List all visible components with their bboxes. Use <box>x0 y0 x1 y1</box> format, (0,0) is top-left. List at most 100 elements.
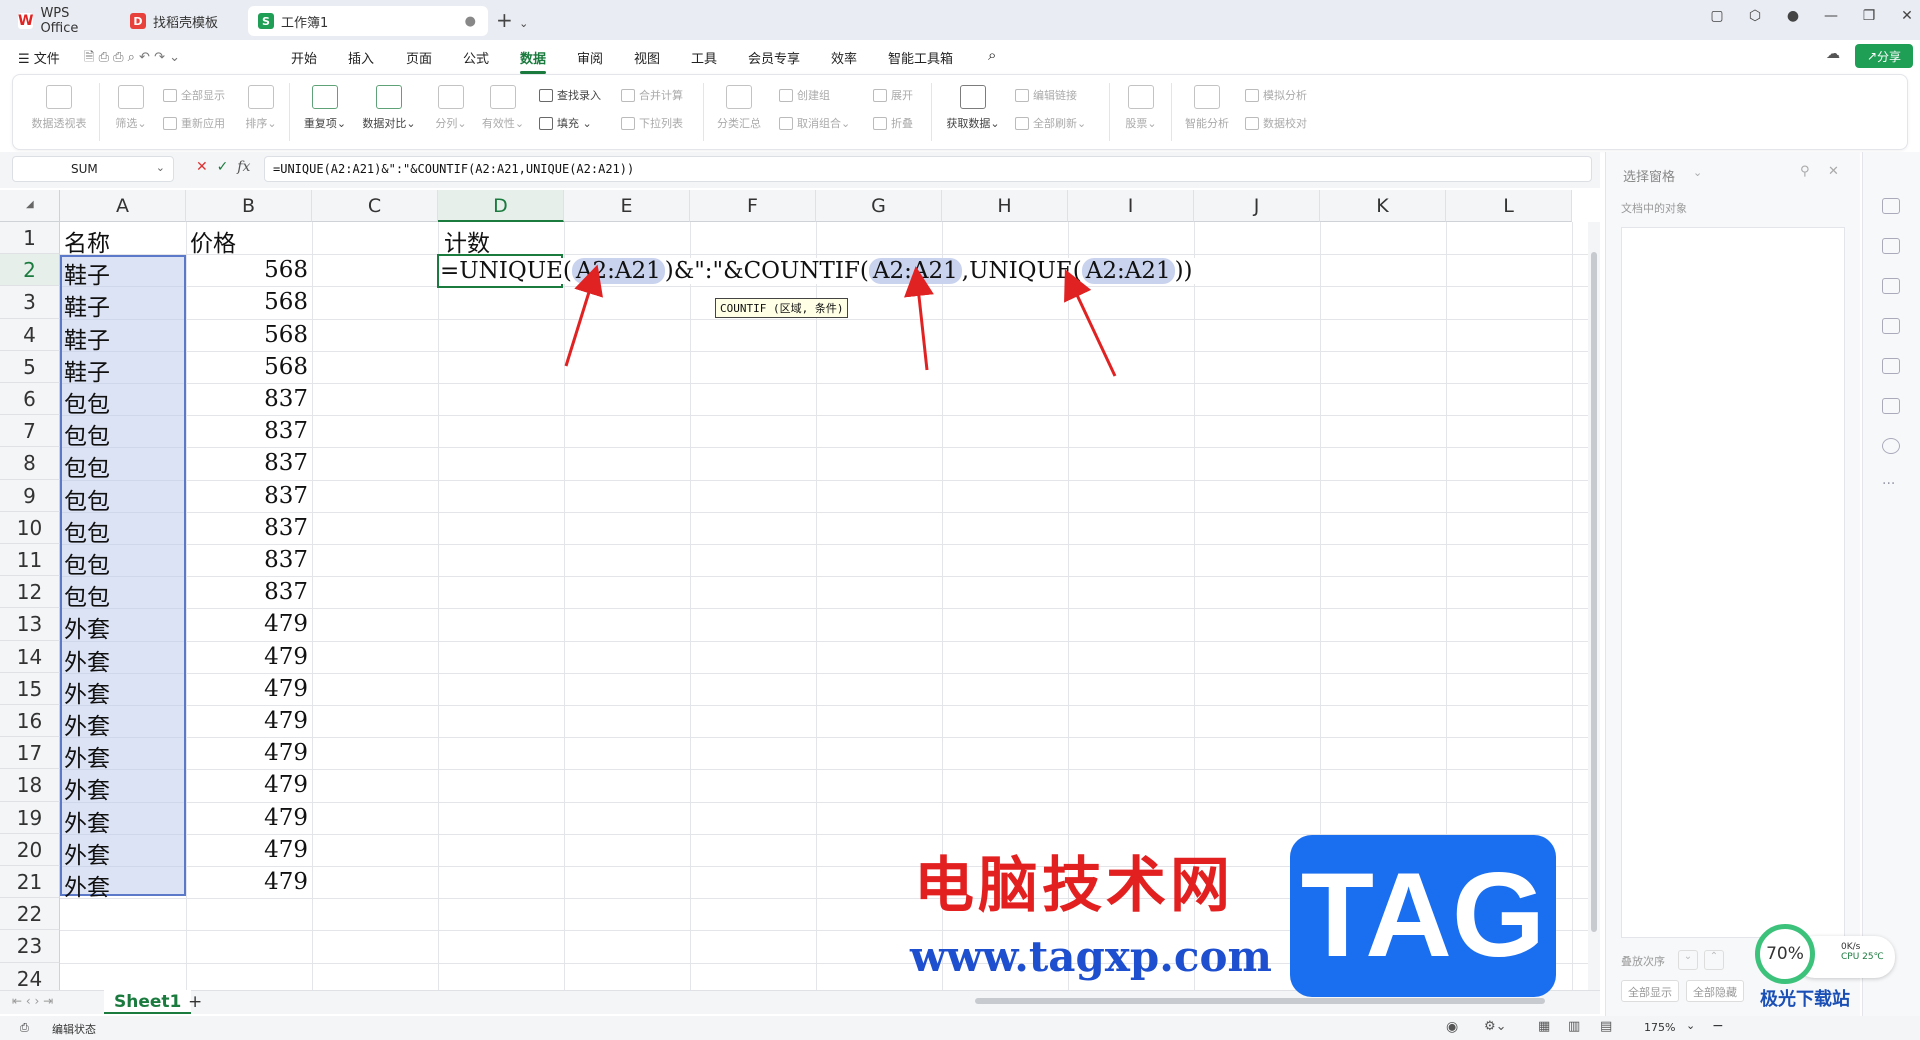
row-header-7[interactable]: 7 <box>0 415 60 448</box>
tools-icon[interactable] <box>1882 358 1900 374</box>
cell-b12[interactable]: 837 <box>186 579 308 605</box>
cell-a19[interactable]: 外套 <box>64 804 110 838</box>
more-icon[interactable]: ··· <box>1882 476 1895 492</box>
cell-b21[interactable]: 479 <box>186 869 308 895</box>
cell-b14[interactable]: 479 <box>186 644 308 670</box>
fold-button[interactable]: 折叠 <box>873 115 913 131</box>
cloud-icon[interactable]: ☁ <box>1826 46 1840 62</box>
dropdown-list-button[interactable]: 下拉列表 <box>621 115 683 131</box>
row-header-2[interactable]: 2 <box>0 254 60 287</box>
cell-b20[interactable]: 479 <box>186 837 308 863</box>
cell-b11[interactable]: 837 <box>186 547 308 573</box>
sheet-nav-icons[interactable]: ⇤ ‹ › ⇥ <box>12 994 53 1008</box>
cell-a16[interactable]: 外套 <box>64 707 110 741</box>
split-column-button[interactable]: 分列⌄ <box>431 85 471 131</box>
objects-list[interactable] <box>1621 227 1845 938</box>
row-header-12[interactable]: 12 <box>0 576 60 609</box>
cell-b17[interactable]: 479 <box>186 740 308 766</box>
tab-wps-office[interactable]: W WPS Office <box>8 6 114 36</box>
unsaved-dot-icon[interactable]: ● <box>465 14 476 29</box>
row-header-1[interactable]: 1 <box>0 222 60 255</box>
name-box[interactable]: SUM ⌄ <box>12 156 174 182</box>
menu-view[interactable]: 视图 <box>634 48 660 67</box>
tab-workbook[interactable]: S 工作簿1 ● <box>248 6 488 36</box>
subtotal-button[interactable]: 分类汇总 <box>713 85 765 131</box>
cell-a2[interactable]: 鞋子 <box>64 256 110 290</box>
adjust-icon[interactable] <box>1882 238 1900 254</box>
avatar[interactable]: ● <box>1774 8 1812 24</box>
cell-b4[interactable]: 568 <box>186 322 308 348</box>
show-all-button[interactable]: 全部显示 <box>163 87 225 103</box>
cell-a4[interactable]: 鞋子 <box>64 321 110 355</box>
menu-smart-toolbox[interactable]: 智能工具箱 <box>888 48 953 67</box>
column-header-f[interactable]: F <box>690 190 816 222</box>
pin-icon[interactable]: ⚲ <box>1800 164 1810 179</box>
row-header-19[interactable]: 19 <box>0 801 60 834</box>
row-header-6[interactable]: 6 <box>0 383 60 416</box>
column-header-b[interactable]: B <box>186 190 312 222</box>
get-data-button[interactable]: 获取数据⌄ <box>941 85 1005 131</box>
create-group-button[interactable]: 创建组 <box>779 87 830 103</box>
edit-links-button[interactable]: 编辑链接 <box>1015 87 1077 103</box>
row-header-22[interactable]: 22 <box>0 898 60 931</box>
horizontal-scrollbar[interactable] <box>975 998 1545 1004</box>
new-tab-button[interactable]: + ⌄ <box>496 8 528 32</box>
help-icon[interactable] <box>1882 438 1900 454</box>
cell-b5[interactable]: 568 <box>186 354 308 380</box>
normal-view-icon[interactable]: ▦ <box>1538 1019 1550 1034</box>
column-header-a[interactable]: A <box>60 190 186 222</box>
menu-formula[interactable]: 公式 <box>463 48 489 67</box>
cell-b8[interactable]: 837 <box>186 450 308 476</box>
row-header-11[interactable]: 11 <box>0 544 60 577</box>
scroll-thumb[interactable] <box>1591 252 1597 932</box>
row-header-16[interactable]: 16 <box>0 705 60 738</box>
add-sheet-button[interactable]: + <box>188 992 202 1012</box>
close-icon[interactable]: ✕ <box>1888 8 1920 24</box>
column-header-k[interactable]: K <box>1320 190 1446 222</box>
menu-data[interactable]: 数据 <box>520 48 547 74</box>
layout-icon[interactable]: ▢ <box>1698 8 1736 24</box>
row-header-20[interactable]: 20 <box>0 833 60 866</box>
box-select-icon[interactable] <box>1882 398 1900 414</box>
row-header-5[interactable]: 5 <box>0 350 60 383</box>
row-header-4[interactable]: 4 <box>0 318 60 351</box>
cell-a12[interactable]: 包包 <box>64 578 110 612</box>
show-all-objects-button[interactable]: 全部显示 <box>1621 980 1679 1002</box>
smart-analysis-button[interactable]: 智能分析 <box>1181 85 1233 131</box>
zoom-out-icon[interactable]: − <box>1712 1018 1724 1034</box>
in-cell-formula-editor[interactable]: =UNIQUE(A2:A21)&":"&COUNTIF(A2:A21 ,UNIQU… <box>440 258 1197 284</box>
cell-a11[interactable]: 包包 <box>64 546 110 580</box>
eye-icon[interactable]: ◉ <box>1446 1019 1458 1035</box>
menu-tools[interactable]: 工具 <box>691 48 717 67</box>
zoom-level[interactable]: 175% <box>1644 1021 1675 1034</box>
row-header-18[interactable]: 18 <box>0 769 60 802</box>
column-header-j[interactable]: J <box>1194 190 1320 222</box>
row-header-8[interactable]: 8 <box>0 447 60 480</box>
menu-home[interactable]: 开始 <box>291 48 317 67</box>
image-icon[interactable] <box>1882 318 1900 334</box>
sort-button[interactable]: 排序⌄ <box>241 85 281 131</box>
duplicates-button[interactable]: 重复项⌄ <box>301 85 349 131</box>
restore-icon[interactable]: ❐ <box>1850 8 1888 24</box>
cell-b19[interactable]: 479 <box>186 805 308 831</box>
confirm-icon[interactable]: ✓ <box>217 159 229 175</box>
ungroup-button[interactable]: 取消组合 ⌄ <box>779 115 850 131</box>
cell-b16[interactable]: 479 <box>186 708 308 734</box>
cell-b2[interactable]: 568 <box>186 257 308 283</box>
column-header-l[interactable]: L <box>1446 190 1572 222</box>
cell-a3[interactable]: 鞋子 <box>64 288 110 322</box>
row-header-13[interactable]: 13 <box>0 608 60 641</box>
validity-button[interactable]: 有效性⌄ <box>479 85 527 131</box>
data-compare-button[interactable]: 数据对比⌄ <box>357 85 421 131</box>
cell-a5[interactable]: 鞋子 <box>64 353 110 387</box>
cell-a15[interactable]: 外套 <box>64 675 110 709</box>
column-header-c[interactable]: C <box>312 190 438 222</box>
cancel-icon[interactable]: ✕ <box>196 159 208 175</box>
hide-all-objects-button[interactable]: 全部隐藏 <box>1686 980 1744 1002</box>
formula-input[interactable]: =UNIQUE(A2:A21)&":"&COUNTIF(A2:A21,UNIQU… <box>264 156 1592 182</box>
row-header-17[interactable]: 17 <box>0 737 60 770</box>
move-up-button[interactable]: ⌃ <box>1704 950 1724 970</box>
cell-b15[interactable]: 479 <box>186 676 308 702</box>
cell-b18[interactable]: 479 <box>186 772 308 798</box>
function-icon[interactable]: fx <box>237 159 250 175</box>
